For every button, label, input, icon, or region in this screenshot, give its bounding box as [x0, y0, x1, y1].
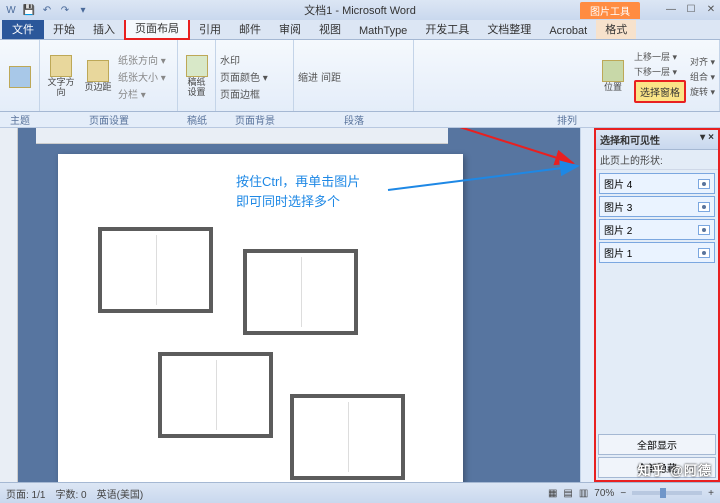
tab-mathtype[interactable]: MathType — [350, 23, 416, 39]
tab-developer[interactable]: 开发工具 — [416, 19, 478, 39]
align-button[interactable]: 对齐 ▾ — [690, 55, 715, 68]
maximize-icon[interactable]: ☐ — [684, 4, 698, 16]
manuscript-button[interactable]: 稿纸 设置 — [182, 51, 211, 103]
tab-mailings[interactable]: 邮件 — [230, 19, 270, 39]
zoom-in-icon[interactable]: + — [708, 488, 714, 499]
columns-button[interactable]: 分栏 ▾ — [118, 86, 166, 101]
margins-button[interactable]: 页边距 — [81, 51, 115, 103]
group-theme: 主题 — [0, 112, 40, 127]
picture-3[interactable] — [158, 352, 273, 438]
page[interactable]: 按住Ctrl，再单击图片 即可同时选择多个 — [58, 154, 463, 482]
group-button[interactable]: 组合 ▾ — [690, 70, 715, 83]
tab-file[interactable]: 文件 — [2, 19, 44, 39]
tab-acrobat[interactable]: Acrobat — [540, 23, 596, 39]
selection-item[interactable]: 图片 2 — [599, 219, 715, 240]
close-icon[interactable]: ✕ — [704, 4, 718, 16]
main-area: 按住Ctrl，再单击图片 即可同时选择多个 选择和可见性 ▾ × 此页上的形状:… — [0, 128, 720, 482]
orientation-button[interactable]: 纸张方向 ▾ — [118, 52, 166, 67]
eye-icon[interactable] — [698, 202, 710, 212]
view-web-icon[interactable]: ▥ — [579, 488, 588, 499]
annotation-text: 按住Ctrl，再单击图片 即可同时选择多个 — [236, 172, 360, 211]
word-icon[interactable]: W — [4, 3, 18, 17]
picture-4[interactable] — [290, 394, 405, 480]
eye-icon[interactable] — [698, 248, 710, 258]
ribbon-body: 文字方向 页边距 纸张方向 ▾ 纸张大小 ▾ 分栏 ▾ 稿纸 设置 水印 页面颜… — [0, 40, 720, 112]
selection-item[interactable]: 图片 1 — [599, 242, 715, 263]
qat-more-icon[interactable]: ▾ — [76, 3, 90, 17]
selection-pane-button[interactable]: 选择窗格 — [634, 80, 686, 103]
horizontal-ruler — [36, 128, 448, 144]
tab-format[interactable]: 格式 — [596, 19, 636, 39]
rotate-button[interactable]: 旋转 ▾ — [690, 85, 715, 98]
group-paragraph: 段落 — [294, 112, 414, 127]
group-page-setup: 页面设置 — [40, 112, 178, 127]
zoom-slider[interactable] — [632, 491, 702, 495]
ribbon-group-labels: 主题 页面设置 稿纸 页面背景 段落 排列 — [0, 112, 720, 128]
spacing-label: 间距 — [321, 69, 341, 84]
group-arrange: 排列 — [414, 112, 720, 127]
group-paper: 稿纸 — [178, 112, 216, 127]
minimize-icon[interactable]: — — [664, 4, 678, 16]
selection-item[interactable]: 图片 3 — [599, 196, 715, 217]
eye-icon[interactable] — [698, 179, 710, 189]
indent-label: 缩进 — [298, 69, 318, 84]
redo-icon[interactable]: ↷ — [58, 3, 72, 17]
window-title: 文档1 - Microsoft Word — [304, 2, 416, 18]
tab-view[interactable]: 视图 — [310, 19, 350, 39]
position-button[interactable]: 位置 — [596, 51, 630, 103]
status-page[interactable]: 页面: 1/1 — [6, 486, 45, 501]
eye-icon[interactable] — [698, 225, 710, 235]
undo-icon[interactable]: ↶ — [40, 3, 54, 17]
selection-pane-subtitle: 此页上的形状: — [596, 150, 718, 170]
save-icon[interactable]: 💾 — [22, 3, 36, 17]
bring-forward-button[interactable]: 上移一层 ▾ — [634, 50, 686, 63]
tab-review[interactable]: 审阅 — [270, 19, 310, 39]
vertical-scrollbar[interactable] — [580, 128, 594, 482]
status-language[interactable]: 英语(美国) — [97, 486, 144, 501]
view-read-icon[interactable]: ▤ — [563, 488, 572, 499]
tab-insert[interactable]: 插入 — [84, 19, 124, 39]
pane-close-icon[interactable]: × — [708, 132, 714, 147]
group-page-bg: 页面背景 — [216, 112, 294, 127]
context-tab-label: 图片工具 — [580, 2, 640, 19]
selection-pane-list: 图片 4 图片 3 图片 2 图片 1 — [596, 170, 718, 432]
zoom-out-icon[interactable]: − — [620, 488, 626, 499]
pane-dropdown-icon[interactable]: ▾ — [700, 132, 705, 147]
picture-1[interactable] — [98, 227, 213, 313]
size-button[interactable]: 纸张大小 ▾ — [118, 69, 166, 84]
selection-pane: 选择和可见性 ▾ × 此页上的形状: 图片 4 图片 3 图片 2 图片 1 全… — [594, 128, 720, 482]
ribbon-tabs: 文件 开始 插入 页面布局 引用 邮件 审阅 视图 MathType 开发工具 … — [0, 20, 720, 40]
tab-docsort[interactable]: 文档整理 — [478, 19, 540, 39]
tab-references[interactable]: 引用 — [190, 19, 230, 39]
tab-home[interactable]: 开始 — [44, 19, 84, 39]
show-all-button[interactable]: 全部显示 — [598, 434, 716, 455]
zoom-level[interactable]: 70% — [594, 488, 614, 499]
quick-access-toolbar: W 💾 ↶ ↷ ▾ — [4, 3, 90, 17]
page-color-button[interactable]: 页面颜色 ▾ — [220, 69, 268, 84]
selection-item[interactable]: 图片 4 — [599, 173, 715, 194]
watermark: 知乎 @阿德 — [638, 460, 712, 479]
themes-button[interactable] — [4, 51, 35, 103]
page-border-button[interactable]: 页面边框 — [220, 86, 268, 101]
status-words[interactable]: 字数: 0 — [55, 486, 86, 501]
view-print-icon[interactable]: ▦ — [548, 488, 557, 499]
selection-pane-title: 选择和可见性 — [600, 132, 660, 147]
watermark-button[interactable]: 水印 — [220, 52, 268, 67]
text-direction-button[interactable]: 文字方向 — [44, 51, 78, 103]
picture-2[interactable] — [243, 249, 358, 335]
title-bar: W 💾 ↶ ↷ ▾ 文档1 - Microsoft Word 图片工具 — ☐ … — [0, 0, 720, 20]
send-backward-button[interactable]: 下移一层 ▾ — [634, 65, 686, 78]
document-area[interactable]: 按住Ctrl，再单击图片 即可同时选择多个 — [18, 128, 580, 482]
vertical-ruler — [0, 128, 18, 482]
status-bar: 页面: 1/1 字数: 0 英语(美国) ▦ ▤ ▥ 70% − + — [0, 482, 720, 503]
